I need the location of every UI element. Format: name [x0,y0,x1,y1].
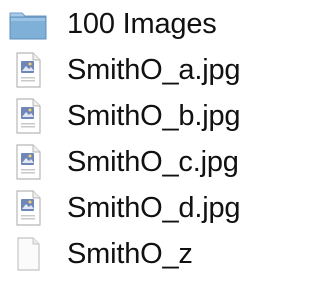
item-label: SmithO_b.jpg [67,100,241,132]
jpeg-file-icon [16,144,41,180]
list-item-file[interactable]: SmithO_a.jpg [0,48,278,92]
jpeg-file-icon [16,52,41,88]
list-item-file[interactable]: SmithO_z [0,232,278,276]
item-label: SmithO_a.jpg [67,54,241,86]
item-label: SmithO_c.jpg [67,146,239,178]
item-label: SmithO_z [67,238,193,270]
item-label: 100 Images [67,8,217,40]
list-item-file[interactable]: SmithO_d.jpg [0,186,278,230]
list-item-folder[interactable]: 100 Images [0,2,278,46]
folder-icon [9,12,47,40]
jpeg-file-icon [16,190,41,226]
file-list: 100 Images SmithO_a.jpg SmithO_b.jpg Smi… [0,0,278,283]
list-item-file[interactable]: SmithO_b.jpg [0,94,278,138]
list-item-file[interactable]: SmithO_c.jpg [0,140,278,184]
item-label: SmithO_d.jpg [67,192,241,224]
jpeg-file-icon [16,98,41,134]
blank-file-icon [17,237,40,271]
